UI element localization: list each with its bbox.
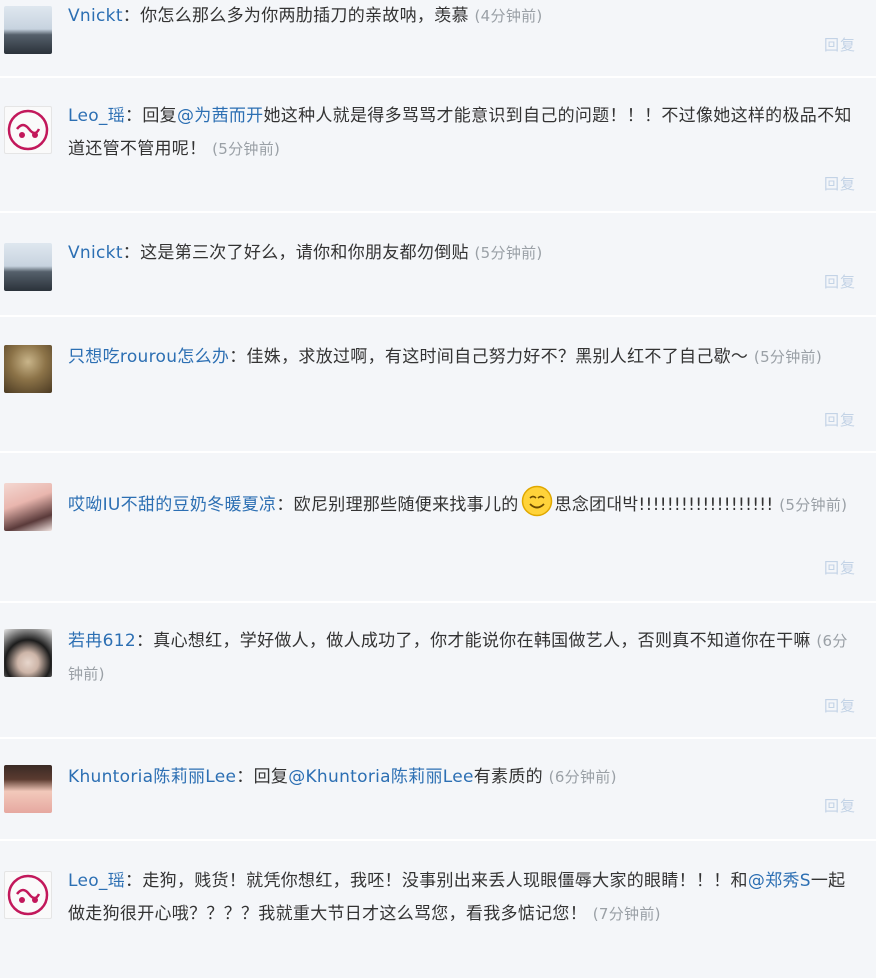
author-name[interactable]: Khuntoria陈莉丽Lee (68, 767, 236, 787)
comment-item: Vnickt：这是第三次了好么，请你和你朋友都勿倒贴 (5分钟前) 回复 (0, 213, 876, 317)
comment-text: Leo_瑶：走狗，贱货！就凭你想红，我呸！没事别出来丢人现眼僵辱大家的眼睛！！！… (68, 871, 846, 924)
comment-item: Khuntoria陈莉丽Lee：回复@Khuntoria陈莉丽Lee有素质的 (… (0, 739, 876, 841)
comment-body: 你怎么那么多为你两肋插刀的亲故呐，羡慕 (140, 6, 469, 26)
author-name[interactable]: 哎呦IU不甜的豆奶冬暖夏凉 (68, 495, 276, 515)
comment-item: 只想吃rourou怎么办：佳姝，求放过啊，有这时间自己努力好不？黑别人红不了自己… (0, 317, 876, 453)
timestamp[interactable]: (5分钟前) (754, 348, 822, 366)
comment-body: 有素质的 (473, 767, 543, 787)
leo-logo-icon (7, 874, 49, 916)
comment-body: 思念团대박!!!!!!!!!!!!!!!!!!! (554, 495, 774, 515)
comment-text: 哎呦IU不甜的豆奶冬暖夏凉：欧尼别理那些随便来找事儿的 思念团대박!!!!!!!!… (68, 485, 854, 522)
comment-text: Khuntoria陈莉丽Lee：回复@Khuntoria陈莉丽Lee有素质的 (… (68, 767, 617, 787)
avatar[interactable] (4, 243, 52, 291)
timestamp[interactable]: (5分钟前) (475, 244, 543, 262)
mention-link[interactable]: @Khuntoria陈莉丽Lee (288, 767, 474, 787)
comment-body: 回复 (253, 767, 289, 787)
reply-button[interactable]: 回复 (824, 173, 856, 194)
reply-button[interactable]: 回复 (824, 271, 856, 292)
comment-body: 走狗，贱货！就凭你想红，我呸！没事别出来丢人现眼僵辱大家的眼睛！！！和 (142, 871, 748, 891)
avatar[interactable] (4, 765, 52, 813)
comment-item: 哎呦IU不甜的豆奶冬暖夏凉：欧尼别理那些随便来找事儿的 思念团대박!!!!!!!!… (0, 453, 876, 603)
mention-link[interactable]: @郑秀S (748, 871, 811, 891)
timestamp[interactable]: (5分钟前) (212, 140, 280, 158)
author-name[interactable]: 若冉612 (68, 631, 136, 651)
reply-button[interactable]: 回复 (824, 557, 856, 578)
smile-emoji-icon (521, 485, 553, 517)
reply-button[interactable]: 回复 (824, 409, 856, 430)
comment-body: 欧尼别理那些随便来找事儿的 (293, 495, 519, 515)
leo-logo-icon (7, 109, 49, 151)
mention-link[interactable]: @为茜而开 (177, 106, 264, 126)
reply-button[interactable]: 回复 (824, 34, 856, 55)
timestamp[interactable]: (4分钟前) (475, 7, 543, 25)
author-name[interactable]: Leo_瑶 (68, 106, 125, 126)
author-name[interactable]: Leo_瑶 (68, 871, 125, 891)
comment-item: Leo_瑶：回复@为茜而开她这种人就是得多骂骂才能意识到自己的问题！！！不过像她… (0, 78, 876, 213)
comment-text: Vnickt：你怎么那么多为你两肋插刀的亲故呐，羡慕 (4分钟前) (68, 6, 543, 26)
avatar[interactable] (4, 345, 52, 393)
author-name[interactable]: 只想吃rourou怎么办 (68, 347, 229, 367)
author-name[interactable]: Vnickt (68, 243, 123, 263)
reply-button[interactable]: 回复 (824, 695, 856, 716)
avatar[interactable] (4, 106, 52, 154)
comment-feed: Vnickt：你怎么那么多为你两肋插刀的亲故呐，羡慕 (4分钟前) 回复 Leo… (0, 0, 876, 978)
comment-text: 只想吃rourou怎么办：佳姝，求放过啊，有这时间自己努力好不？黑别人红不了自己… (68, 347, 822, 367)
comment-body: 这是第三次了好么，请你和你朋友都勿倒贴 (140, 243, 469, 263)
comment-text: Leo_瑶：回复@为茜而开她这种人就是得多骂骂才能意识到自己的问题！！！不过像她… (68, 106, 852, 159)
comment-item: Leo_瑶：走狗，贱货！就凭你想红，我呸！没事别出来丢人现眼僵辱大家的眼睛！！！… (0, 841, 876, 978)
timestamp[interactable]: (5分钟前) (779, 496, 847, 514)
author-name[interactable]: Vnickt (68, 6, 123, 26)
avatar[interactable] (4, 871, 52, 919)
reply-button[interactable]: 回复 (824, 795, 856, 816)
avatar[interactable] (4, 629, 52, 677)
comment-body: 真心想红，学好做人，做人成功了，你才能说你在韩国做艺人，否则真不知道你在干嘛 (153, 631, 811, 651)
comment-text: Vnickt：这是第三次了好么，请你和你朋友都勿倒贴 (5分钟前) (68, 243, 543, 263)
comment-item: 若冉612：真心想红，学好做人，做人成功了，你才能说你在韩国做艺人，否则真不知道… (0, 603, 876, 739)
avatar[interactable] (4, 483, 52, 531)
timestamp[interactable]: (6分钟前) (549, 768, 617, 786)
comment-text: 若冉612：真心想红，学好做人，做人成功了，你才能说你在韩国做艺人，否则真不知道… (68, 631, 848, 683)
comment-body: 佳姝，求放过啊，有这时间自己努力好不？黑别人红不了自己歇～ (246, 347, 749, 367)
comment-body: 回复 (142, 106, 177, 126)
avatar[interactable] (4, 6, 52, 54)
comment-item: Vnickt：你怎么那么多为你两肋插刀的亲故呐，羡慕 (4分钟前) 回复 (0, 0, 876, 78)
timestamp[interactable]: (7分钟前) (593, 905, 661, 923)
